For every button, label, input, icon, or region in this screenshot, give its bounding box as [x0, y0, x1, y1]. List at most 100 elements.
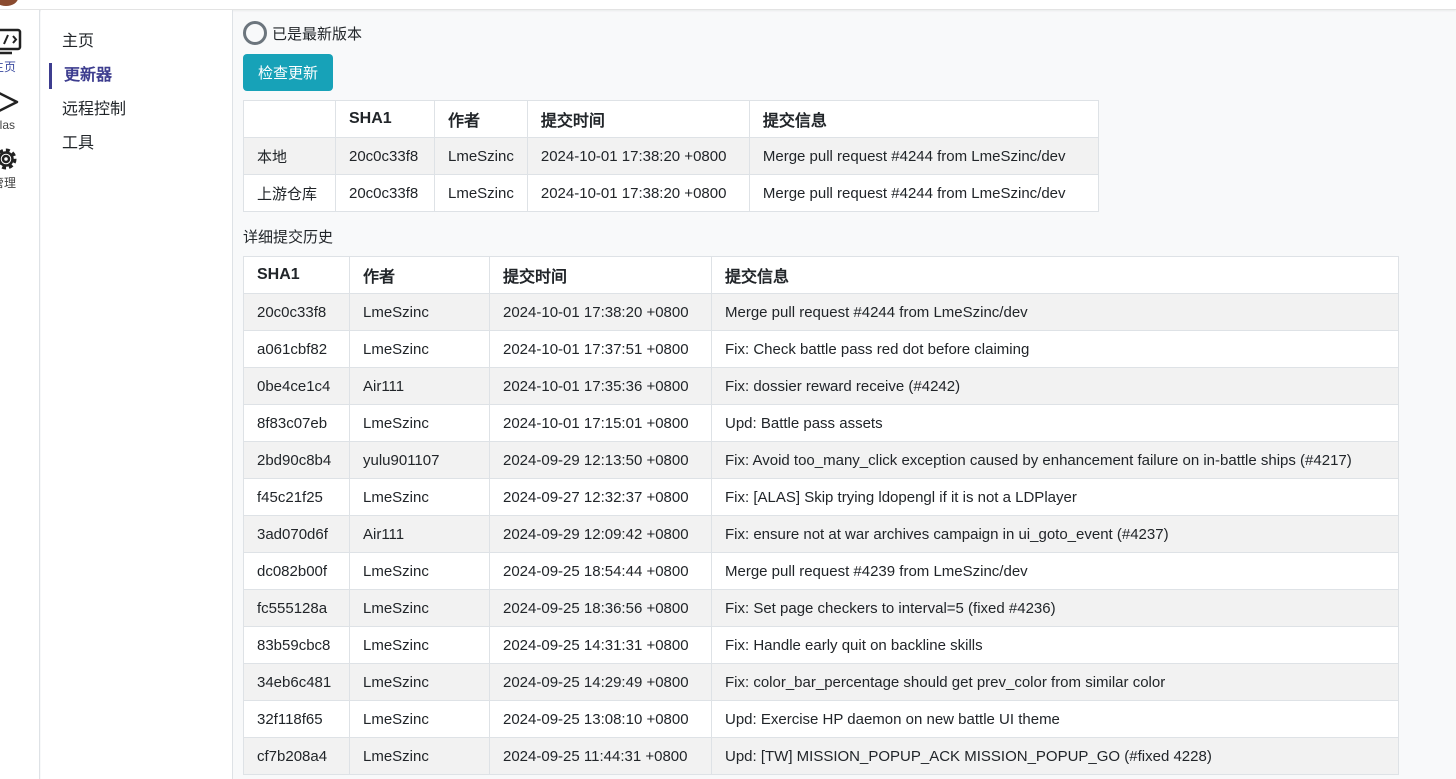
icon-rail: 主页 alas 管理 — [0, 10, 40, 779]
table-cell: 32f118f65 — [243, 700, 350, 738]
table-cell: 2024-10-01 17:35:36 +0800 — [489, 367, 712, 405]
rail-item-label: alas — [0, 118, 15, 132]
table-cell: 83b59cbc8 — [243, 626, 350, 664]
update-status: 已是最新版本 — [243, 20, 362, 46]
table-cell: Fix: color_bar_percentage should get pre… — [711, 663, 1399, 701]
table-cell: 2024-10-01 17:38:20 +0800 — [489, 293, 712, 331]
table-cell: LmeSzinc — [349, 663, 490, 701]
table-cell: Upd: Battle pass assets — [711, 404, 1399, 442]
table-cell: Fix: Check battle pass red dot before cl… — [711, 330, 1399, 368]
column-header: 提交信息 — [748, 100, 1099, 138]
table-cell: 20c0c33f8 — [335, 174, 435, 212]
table-cell: yulu901107 — [349, 441, 490, 479]
table-cell: 2024-10-01 17:38:20 +0800 — [526, 174, 750, 212]
table-cell: LmeSzinc — [349, 330, 490, 368]
check-update-button[interactable]: 检查更新 — [243, 54, 333, 91]
table-cell: Air111 — [349, 515, 490, 553]
table-cell: 0be4ce1c4 — [243, 367, 350, 405]
table-cell: LmeSzinc — [434, 137, 528, 175]
menu-item-tools[interactable]: 工具 — [49, 131, 229, 157]
table-cell: Air111 — [349, 367, 490, 405]
commit-history-table: SHA1 作者 提交时间 提交信息 20c0c33f8 LmeSzinc 2024-… — [243, 256, 1399, 775]
column-header: 作者 — [434, 100, 528, 138]
version-compare-table: SHA1 作者 提交时间 提交信息 本地 20c0c33f8 LmeSzinc … — [243, 100, 1099, 212]
top-bar — [0, 0, 1456, 10]
table-cell: LmeSzinc — [349, 700, 490, 738]
table-cell: 本地 — [243, 137, 336, 175]
table-row: cf7b208a4 LmeSzinc 2024-09-25 11:44:31 +08… — [243, 737, 1399, 775]
table-cell: Merge pull request #4244 from LmeSzinc/d… — [748, 137, 1099, 175]
table-cell: Fix: Avoid too_many_click exception caus… — [711, 441, 1399, 479]
table-row: fc555128a LmeSzinc 2024-09-25 18:36:56 +08… — [243, 589, 1399, 627]
table-cell: LmeSzinc — [349, 293, 490, 331]
table-cell: Fix: dossier reward receive (#4242) — [711, 367, 1399, 405]
rail-item-label: 主页 — [0, 60, 16, 74]
column-header: 作者 — [349, 256, 490, 294]
table-cell: LmeSzinc — [349, 737, 490, 775]
table-cell: 2024-09-25 13:08:10 +0800 — [489, 700, 712, 738]
table-cell: 2024-09-25 14:31:31 +0800 — [489, 626, 712, 664]
table-cell: 2024-09-29 12:13:50 +0800 — [489, 441, 712, 479]
rail-item-manage[interactable]: 管理 — [0, 144, 39, 200]
table-cell: 3ad070d6f — [243, 515, 350, 553]
column-header: 提交时间 — [526, 100, 750, 138]
table-row: 0be4ce1c4 Air111 2024-10-01 17:35:36 +0800… — [243, 367, 1399, 405]
table-cell: LmeSzinc — [349, 552, 490, 590]
table-cell: 2024-09-29 12:09:42 +0800 — [489, 515, 712, 553]
table-cell: LmeSzinc — [349, 589, 490, 627]
table-cell: a061cbf82 — [243, 330, 350, 368]
table-cell: 2024-10-01 17:15:01 +0800 — [489, 404, 712, 442]
table-cell: 34eb6c481 — [243, 663, 350, 701]
column-header: SHA1 — [335, 100, 435, 138]
column-header: 提交时间 — [489, 256, 712, 294]
rail-item-home[interactable]: 主页 — [0, 28, 39, 84]
table-row: 本地 20c0c33f8 LmeSzinc 2024-10-01 17:38:2… — [243, 137, 1099, 175]
column-header: 提交信息 — [711, 256, 1399, 294]
table-cell: Merge pull request #4244 from LmeSzinc/d… — [748, 174, 1099, 212]
status-text: 已是最新版本 — [272, 25, 363, 43]
column-header — [243, 100, 336, 138]
gear-icon — [0, 148, 17, 170]
table-cell: 2bd90c8b4 — [243, 441, 350, 479]
table-cell: Fix: [ALAS] Skip trying ldopengl if it i… — [711, 478, 1399, 516]
code-monitor-icon — [0, 28, 22, 55]
table-cell: 20c0c33f8 — [243, 293, 350, 331]
table-cell: 20c0c33f8 — [335, 137, 435, 175]
table-row: dc082b00f LmeSzinc 2024-09-25 18:54:44 +08… — [243, 552, 1399, 590]
table-row: 2bd90c8b4 yulu901107 2024-09-29 12:13:50 +… — [243, 441, 1399, 479]
status-circle-icon — [243, 21, 267, 45]
menu-item-updater[interactable]: 更新器 — [49, 63, 229, 89]
table-cell: Merge pull request #4244 from LmeSzinc/d… — [711, 293, 1399, 331]
table-row: 8f83c07eb LmeSzinc 2024-10-01 17:15:01 +08… — [243, 404, 1399, 442]
table-cell: fc555128a — [243, 589, 350, 627]
table-header-row: SHA1 作者 提交时间 提交信息 — [243, 256, 1399, 294]
table-cell: Fix: ensure not at war archives campaign… — [711, 515, 1399, 553]
table-cell: dc082b00f — [243, 552, 350, 590]
table-cell: Upd: Exercise HP daemon on new battle UI… — [711, 700, 1399, 738]
table-cell: Fix: Set page checkers to interval=5 (fi… — [711, 589, 1399, 627]
table-cell: Merge pull request #4239 from LmeSzinc/d… — [711, 552, 1399, 590]
table-cell: 8f83c07eb — [243, 404, 350, 442]
table-header-row: SHA1 作者 提交时间 提交信息 — [243, 100, 1099, 138]
table-cell: cf7b208a4 — [243, 737, 350, 775]
avatar[interactable] — [0, 0, 18, 6]
table-row: 3ad070d6f Air111 2024-09-29 12:09:42 +0800… — [243, 515, 1399, 553]
rail-item-alas[interactable]: alas — [0, 88, 39, 144]
table-cell: 2024-09-25 18:54:44 +0800 — [489, 552, 712, 590]
table-row: 83b59cbc8 LmeSzinc 2024-09-25 14:31:31 +08… — [243, 626, 1399, 664]
table-cell: 2024-10-01 17:37:51 +0800 — [489, 330, 712, 368]
table-row: 上游仓库 20c0c33f8 LmeSzinc 2024-10-01 17:38… — [243, 174, 1099, 212]
table-cell: 2024-10-01 17:38:20 +0800 — [526, 137, 750, 175]
table-cell: 上游仓库 — [243, 174, 336, 212]
table-cell: Upd: [TW] MISSION_POPUP_ACK MISSION_POPU… — [711, 737, 1399, 775]
table-cell: 2024-09-25 11:44:31 +0800 — [489, 737, 712, 775]
table-cell: Fix: Handle early quit on backline skill… — [711, 626, 1399, 664]
table-cell: LmeSzinc — [434, 174, 528, 212]
table-cell: 2024-09-27 12:32:37 +0800 — [489, 478, 712, 516]
menu-item-home[interactable]: 主页 — [49, 29, 229, 55]
table-row: f45c21f25 LmeSzinc 2024-09-27 12:32:37 +08… — [243, 478, 1399, 516]
menu-item-remote-control[interactable]: 远程控制 — [49, 97, 229, 123]
table-row: a061cbf82 LmeSzinc 2024-10-01 17:37:51 +08… — [243, 330, 1399, 368]
table-row: 34eb6c481 LmeSzinc 2024-09-25 14:29:49 +08… — [243, 663, 1399, 701]
table-cell: 2024-09-25 18:36:56 +0800 — [489, 589, 712, 627]
